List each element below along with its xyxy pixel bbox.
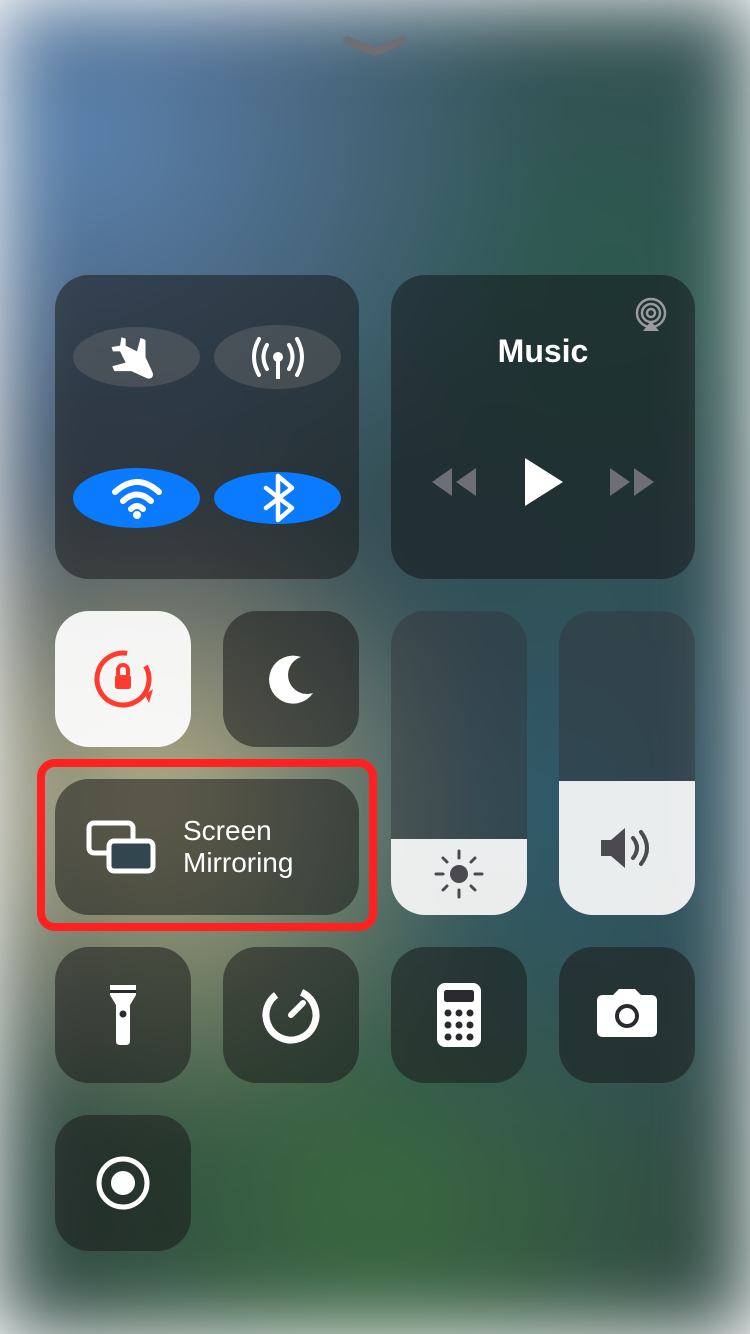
moon-icon [261,649,321,709]
bluetooth-button[interactable] [214,472,341,524]
connectivity-module[interactable] [55,275,359,579]
airplane-mode-button[interactable] [73,327,200,387]
wifi-button[interactable] [73,468,200,528]
airplay-audio-icon[interactable] [631,295,671,335]
screen-mirroring-icon [83,817,159,877]
calculator-icon [433,981,485,1049]
do-not-disturb-button[interactable] [223,611,359,747]
calculator-button[interactable] [391,947,527,1083]
screen-mirroring-button[interactable]: Screen Mirroring [55,779,359,915]
flashlight-button[interactable] [55,947,191,1083]
flashlight-icon [102,979,144,1051]
media-module[interactable]: Music [391,275,695,579]
screen-record-button[interactable] [55,1115,191,1251]
dismiss-chevron-icon[interactable] [343,36,407,58]
brightness-icon [431,846,487,902]
airplane-icon [107,327,167,387]
screen-mirroring-label: Screen Mirroring [183,815,293,879]
timer-icon [259,983,323,1047]
record-icon [93,1153,153,1213]
volume-slider[interactable] [559,611,695,915]
control-center: Music [0,0,750,1334]
fast-forward-icon [606,464,660,500]
timer-button[interactable] [223,947,359,1083]
wifi-icon [107,468,167,528]
cellular-antenna-icon [246,325,310,389]
play-button[interactable] [521,456,565,508]
orientation-lock-icon [87,643,159,715]
fast-forward-button[interactable] [606,464,660,500]
volume-icon [595,820,659,876]
cellular-data-button[interactable] [214,325,341,389]
play-icon [521,456,565,508]
rewind-icon [426,464,480,500]
bluetooth-icon [252,472,304,524]
orientation-lock-button[interactable] [55,611,191,747]
camera-button[interactable] [559,947,695,1083]
brightness-slider[interactable] [391,611,527,915]
media-title: Music [498,333,589,370]
camera-icon [591,987,663,1043]
rewind-button[interactable] [426,464,480,500]
